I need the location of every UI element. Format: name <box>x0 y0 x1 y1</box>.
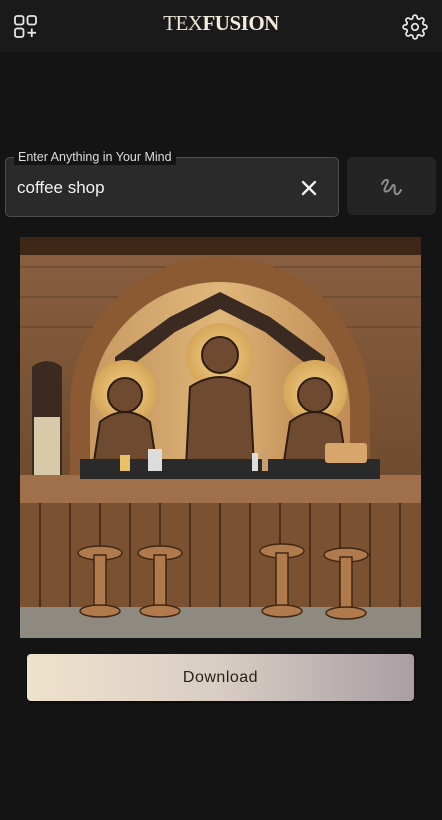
coffee-shop-illustration <box>20 237 421 638</box>
clear-button[interactable] <box>298 177 320 199</box>
brand-text-part-b: FUSION <box>202 11 279 35</box>
prompt-label: Enter Anything in Your Mind <box>14 150 176 165</box>
prompt-input[interactable] <box>17 175 287 201</box>
prompt-field: Enter Anything in Your Mind <box>5 150 339 217</box>
generated-image <box>20 237 421 638</box>
generate-button[interactable] <box>347 157 436 215</box>
scribble-icon <box>381 178 402 196</box>
settings-button[interactable] <box>402 14 428 40</box>
close-icon <box>301 180 317 196</box>
app-screen: TEXFUSION Enter Anything in Your Mind co… <box>0 0 442 820</box>
brand-text-part-a: TEX <box>163 11 203 35</box>
brand-logo: TEXFUSION <box>0 11 442 36</box>
download-button[interactable]: Download <box>27 654 414 701</box>
top-bar: TEXFUSION <box>0 0 442 52</box>
gear-icon <box>402 14 428 40</box>
